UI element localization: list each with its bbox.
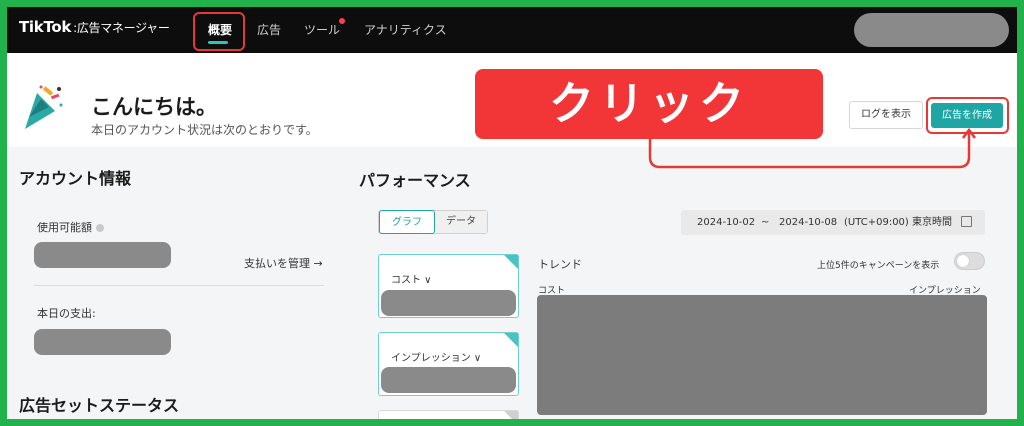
trend-chart-area	[537, 295, 987, 415]
date-range-picker[interactable]: 2024-10-02 ~ 2024-10-08 (UTC+09:00) 東京時間	[681, 210, 985, 235]
metric-card-more[interactable]	[378, 410, 519, 419]
top5-campaigns-label: 上位5件のキャンペーンを表示	[817, 261, 940, 271]
divider	[34, 285, 324, 286]
metric-card-impressions[interactable]: インプレッション ∨	[378, 332, 519, 396]
view-toggle: グラフ データ	[378, 210, 488, 234]
corner-icon	[504, 411, 518, 419]
toggle-data[interactable]: データ	[435, 211, 487, 233]
info-icon[interactable]	[96, 224, 104, 232]
performance-title: パフォーマンス	[359, 171, 471, 190]
metric-impressions-label: インプレッション ∨	[391, 353, 482, 364]
timezone: (UTC+09:00) 東京時間	[844, 217, 953, 228]
account-info-title: アカウント情報	[19, 169, 132, 188]
toggle-graph[interactable]: グラフ	[379, 210, 435, 234]
metric-cost-label: コスト ∨	[391, 275, 432, 286]
today-spend-label: 本日の支出:	[37, 307, 96, 320]
date-from: 2024-10-02	[697, 217, 756, 228]
metric-card-cost[interactable]: コスト ∨	[378, 254, 519, 318]
top5-campaigns-toggle[interactable]	[954, 252, 985, 270]
app-frame: TikTok:広告マネージャー 概要 広告 ツール アナリティクス こんにちは。…	[7, 7, 1017, 419]
available-amount-text: 使用可能額	[37, 221, 92, 234]
metric-cost-value	[381, 290, 516, 316]
calendar-icon	[961, 216, 972, 227]
selected-corner-icon	[504, 333, 518, 347]
today-spend-value	[34, 329, 171, 355]
metric-impressions-value	[381, 367, 516, 393]
available-amount-label: 使用可能額	[37, 219, 104, 235]
available-amount-value	[34, 242, 171, 268]
date-to: 2024-10-08	[779, 217, 838, 228]
trend-label: トレンド	[538, 258, 582, 271]
selected-corner-icon	[504, 255, 518, 269]
date-separator: ~	[761, 217, 770, 228]
toggle-knob	[957, 255, 969, 267]
adset-status-title: 広告セットステータス	[19, 396, 180, 415]
manage-payment-link[interactable]: 支払いを管理 →	[244, 255, 323, 271]
